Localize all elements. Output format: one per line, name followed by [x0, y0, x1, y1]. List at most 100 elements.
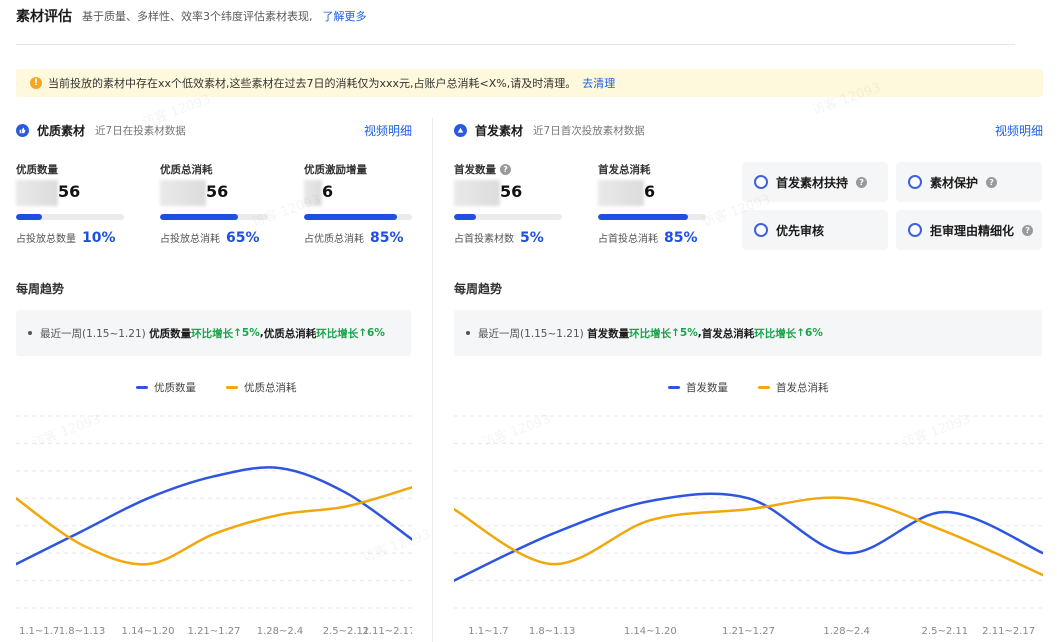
page-subtitle: 基于质量、多样性、效率3个纬度评估素材表现, [82, 10, 313, 23]
quality-cost-metric: 优质总消耗 56 占投放总消耗 65% [160, 162, 268, 246]
help-icon[interactable]: ? [1022, 224, 1034, 236]
x-tick-label: 1.8~1.13 [529, 626, 576, 637]
quality-video-detail-link[interactable]: 视频明细 [364, 122, 412, 139]
up-arrow-icon: ↑ [671, 327, 680, 339]
first-release-panel: 首发素材 近7日首次投放素材数据 视频明细 首发数量? 56 占首投素材数 5% … [454, 118, 1043, 642]
first-video-detail-link[interactable]: 视频明细 [995, 122, 1043, 139]
thumbs-up-icon [16, 123, 29, 137]
legend-swatch [668, 386, 680, 389]
metric-progress-bar [304, 214, 412, 220]
metric-foot-value: 5% [520, 230, 544, 246]
help-icon[interactable]: ? [500, 163, 511, 175]
weekly-summary: 最近一周(1.15~1.21) 首发数量 环比增长 ↑ 5%, 首发总消耗 环比增长 ↑ 6% [454, 310, 1042, 356]
quality-incentive-metric: 优质激励增量 6 占优质总消耗 85% [304, 162, 412, 246]
metric-progress-bar [454, 214, 562, 220]
quality-material-panel: 优质素材 近7日在投素材数据 视频明细 优质数量 56 占投放总数量 10% 优质… [16, 118, 412, 642]
legend-item[interactable]: 首发总消耗 [758, 380, 829, 395]
legend-item[interactable]: 优质总消耗 [226, 380, 297, 395]
quality-panel-title: 优质素材 [37, 123, 86, 138]
help-icon[interactable]: ? [856, 176, 868, 188]
metric-value: 56 [454, 180, 562, 206]
x-tick-label: 1.8~1.13 [59, 626, 106, 637]
first-panel-title: 首发素材 [475, 123, 524, 138]
legend-swatch [758, 386, 770, 389]
series-line-2 [454, 496, 1043, 577]
legend-item[interactable]: 优质数量 [136, 380, 196, 395]
legend-swatch [226, 386, 238, 389]
metric-value: 56 [16, 180, 124, 206]
first-panel-subtitle: 近7日首次投放素材数据 [533, 124, 645, 137]
first-panel-header: 首发素材 近7日首次投放素材数据 视频明细 [454, 122, 1043, 138]
x-tick-label: 2.11~2.17 [362, 626, 412, 637]
help-icon[interactable]: ? [986, 176, 998, 188]
up-arrow-icon: ↑ [233, 327, 242, 339]
metric-foot-value: 65% [226, 230, 260, 246]
bullet-dot [466, 331, 470, 335]
metric-foot-label: 占首投总消耗 [598, 234, 658, 245]
first-cost-metric: 首发总消耗 6 占首投总消耗 85% [598, 162, 706, 246]
quality-panel-subtitle: 近7日在投素材数据 [95, 124, 186, 137]
x-tick-label: 1.1~1.7 [19, 626, 59, 637]
rejection-reason-button[interactable]: 拒审理由精细化 ? [896, 210, 1042, 250]
warning-text: 当前投放的素材中存在xx个低效素材,这些素材在过去7日的消耗仅为xxx元,占账户… [48, 77, 577, 90]
header-divider [16, 44, 1015, 45]
metric-label: 优质总消耗 [160, 163, 213, 176]
review-icon [754, 223, 768, 237]
metric-foot-label: 占优质总消耗 [304, 234, 364, 245]
first-release-support-button[interactable]: 首发素材扶持 ? [742, 162, 888, 202]
metric-label: 首发总消耗 [598, 163, 651, 176]
learn-more-link[interactable]: 了解更多 [323, 8, 367, 24]
metric-value: 6 [598, 180, 706, 206]
triangle-up-icon [454, 123, 467, 137]
document-icon [908, 223, 922, 237]
weekly-trend-title: 每周趋势 [16, 282, 65, 296]
metric-foot-label: 占投放总消耗 [160, 234, 220, 245]
metric-foot-value: 85% [664, 230, 698, 246]
metric-progress-bar [16, 214, 124, 220]
weekly-summary: 最近一周(1.15~1.21) 优质数量 环比增长 ↑ 5%, 优质总消耗 环比增长 ↑ 6% [16, 310, 411, 356]
up-arrow-icon: ↑ [796, 327, 806, 339]
low-efficiency-warning: ! 当前投放的素材中存在xx个低效素材,这些素材在过去7日的消耗仅为xxx元,占… [16, 69, 1043, 97]
metric-foot-value: 10% [82, 230, 116, 246]
x-tick-label: 1.21~1.27 [188, 626, 241, 637]
metric-foot-value: 85% [370, 230, 404, 246]
metric-foot-label: 占投放总数量 [16, 234, 76, 245]
legend-item[interactable]: 首发数量 [668, 380, 728, 395]
series-line-1 [16, 466, 412, 566]
metric-progress-bar [160, 214, 268, 220]
metric-foot-label: 占首投素材数 [454, 234, 514, 245]
clean-up-link[interactable]: 去清理 [582, 75, 615, 91]
x-tick-label: 2.5~2.11 [922, 626, 969, 637]
x-tick-label: 1.28~2.4 [257, 626, 304, 637]
metric-progress-bar [598, 214, 706, 220]
shield-icon [908, 175, 922, 189]
legend-swatch [136, 386, 148, 389]
metric-label: 首发数量? [454, 162, 562, 176]
metric-value: 6 [304, 180, 412, 206]
first-release-trend-chart: 1.1~1.7 1.8~1.13 1.14~1.20 1.21~1.27 1.28~2.… [454, 415, 1043, 637]
material-protection-button[interactable]: 素材保护 ? [896, 162, 1042, 202]
priority-review-button[interactable]: 优先审核 [742, 210, 888, 250]
page-header: 素材评估 基于质量、多样性、效率3个纬度评估素材表现, 了解更多 [16, 6, 367, 26]
weekly-trend-title: 每周趋势 [454, 282, 503, 296]
warning-icon: ! [30, 77, 42, 89]
up-arrow-icon: ↑ [358, 327, 368, 339]
quality-trend-chart: 1.1~1.7 1.8~1.13 1.14~1.20 1.21~1.27 1.28~2.… [16, 415, 412, 637]
page-title: 素材评估 [16, 9, 72, 25]
support-icon [754, 175, 768, 189]
x-tick-label: 1.14~1.20 [122, 626, 175, 637]
metric-label: 优质激励增量 [304, 163, 367, 176]
x-tick-label: 1.21~1.27 [722, 626, 775, 637]
metric-label: 优质数量 [16, 163, 58, 176]
quality-panel-header: 优质素材 近7日在投素材数据 视频明细 [16, 122, 412, 138]
x-tick-label: 1.28~2.4 [823, 626, 870, 637]
metric-value: 56 [160, 180, 268, 206]
chart-legend: 首发数量 首发总消耗 [668, 380, 829, 395]
series-line-1 [454, 492, 1043, 582]
bullet-dot [28, 331, 32, 335]
x-tick-label: 1.1~1.7 [468, 626, 508, 637]
chart-legend: 优质数量 优质总消耗 [136, 380, 297, 395]
x-tick-label: 2.11~2.17 [982, 626, 1035, 637]
quality-count-metric: 优质数量 56 占投放总数量 10% [16, 162, 124, 246]
first-count-metric: 首发数量? 56 占首投素材数 5% [454, 162, 562, 246]
